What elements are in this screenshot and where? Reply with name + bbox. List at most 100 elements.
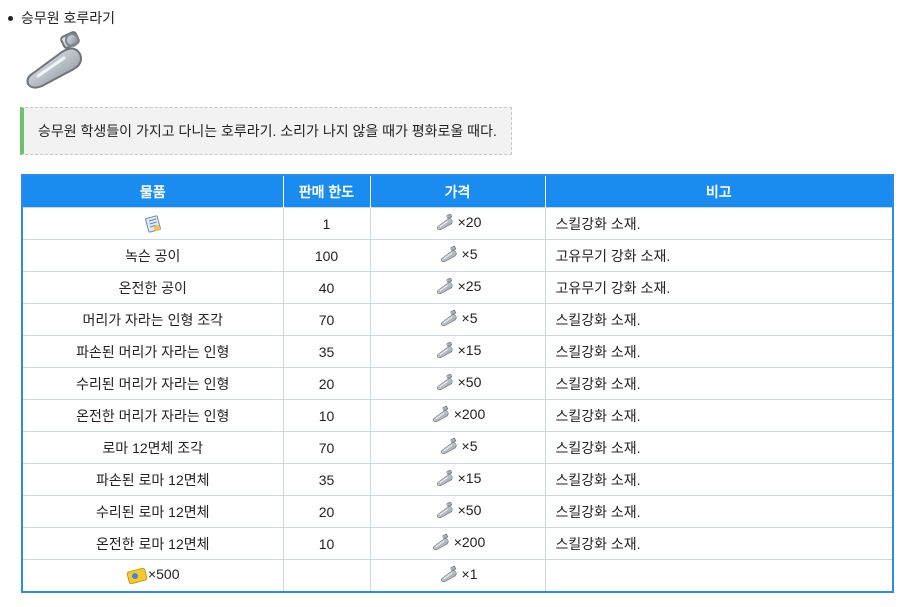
note-cell <box>545 559 893 592</box>
item-cell: 수리된 머리가 자라는 인형 <box>22 367 284 400</box>
table-row: 머리가 자라는 인형 조각 70 ×5 스킬강화 소재. <box>22 303 893 336</box>
credit-ticket-icon <box>126 567 148 584</box>
price-cell: ×5 <box>370 431 546 464</box>
item-name: ×500 <box>147 566 180 583</box>
whistle-icon <box>430 405 452 423</box>
item-name: 온전한 로마 12면체 <box>95 535 210 552</box>
price-cell: ×5 <box>370 239 546 272</box>
item-cell: 파손된 머리가 자라는 인형 <box>22 335 284 368</box>
item-cell: 온전한 로마 12면체 <box>22 527 284 560</box>
price-amount: ×50 <box>457 502 482 518</box>
price-amount: ×15 <box>457 470 482 486</box>
table-header-row: 물품 판매 한도 가격 비고 <box>22 175 893 208</box>
table-row: 로마 12면체 조각 70 ×5 스킬강화 소재. <box>22 431 893 464</box>
item-cell: 녹슨 공이 <box>22 239 284 272</box>
skill-book-icon <box>144 215 161 233</box>
price-cell: ×200 <box>370 399 546 432</box>
note-cell: 스킬강화 소재. <box>545 367 893 400</box>
price-cell: ×1 <box>370 559 546 592</box>
limit-cell: 20 <box>283 495 371 528</box>
note-cell: 스킬강화 소재. <box>545 431 893 464</box>
item-name: 로마 12면체 조각 <box>102 439 204 456</box>
price-amount: ×15 <box>457 342 482 358</box>
price-amount: ×5 <box>461 438 478 454</box>
limit-cell: 35 <box>283 335 371 368</box>
table-row: 수리된 로마 12면체 20 ×50 스킬강화 소재. <box>22 495 893 528</box>
table-row: 수리된 머리가 자라는 인형 20 ×50 스킬강화 소재. <box>22 367 893 400</box>
note-cell: 스킬강화 소재. <box>545 527 893 560</box>
header-note: 비고 <box>545 175 893 208</box>
bullet-dot <box>8 15 13 21</box>
header-price: 가격 <box>370 175 546 208</box>
price-amount: ×50 <box>457 374 482 390</box>
price-cell: ×200 <box>370 527 546 560</box>
price-cell: ×15 <box>370 335 546 368</box>
table-row: 파손된 로마 12면체 35 ×15 스킬강화 소재. <box>22 463 893 496</box>
description-text: 승무원 학생들이 가지고 다니는 호루라기. 소리가 나지 않을 때가 평화로울… <box>38 123 497 139</box>
price-cell: ×20 <box>370 207 546 240</box>
whistle-icon <box>438 565 460 583</box>
table-row: 파손된 머리가 자라는 인형 35 ×15 스킬강화 소재. <box>22 335 893 368</box>
description-box: 승무원 학생들이 가지고 다니는 호루라기. 소리가 나지 않을 때가 평화로울… <box>20 107 512 155</box>
limit-cell: 35 <box>283 463 371 496</box>
price-amount: ×200 <box>453 406 486 422</box>
table-row: 온전한 공이 40 ×25 고유무기 강화 소재. <box>22 271 893 304</box>
item-cell: ×500 <box>22 559 284 592</box>
price-cell: ×50 <box>370 367 546 400</box>
price-amount: ×5 <box>461 310 478 326</box>
whistle-icon <box>438 309 460 327</box>
item-name: 수리된 머리가 자라는 인형 <box>76 375 230 392</box>
whistle-icon <box>22 28 88 92</box>
item-name: 수리된 로마 12면체 <box>95 503 210 520</box>
limit-cell: 10 <box>283 527 371 560</box>
item-name: 녹슨 공이 <box>125 247 181 264</box>
whistle-icon <box>434 277 456 295</box>
header-limit: 판매 한도 <box>283 175 371 208</box>
note-cell: 스킬강화 소재. <box>545 335 893 368</box>
price-amount: ×25 <box>457 278 482 294</box>
limit-cell: 20 <box>283 367 371 400</box>
price-amount: ×5 <box>461 246 478 262</box>
note-cell: 스킬강화 소재. <box>545 463 893 496</box>
price-amount: ×20 <box>457 214 482 230</box>
limit-cell: 70 <box>283 303 371 336</box>
table-row: 1 ×20 스킬강화 소재. <box>22 207 893 240</box>
whistle-icon <box>438 437 460 455</box>
limit-cell: 1 <box>283 207 371 240</box>
price-cell: ×50 <box>370 495 546 528</box>
limit-cell: 70 <box>283 431 371 464</box>
note-cell: 고유무기 강화 소재. <box>545 239 893 272</box>
whistle-icon <box>430 533 452 551</box>
table-row: ×500 ×1 <box>22 559 893 592</box>
note-cell: 고유무기 강화 소재. <box>545 271 893 304</box>
whistle-icon <box>434 469 456 487</box>
header-item: 물품 <box>22 175 284 208</box>
price-cell: ×5 <box>370 303 546 336</box>
limit-cell: 40 <box>283 271 371 304</box>
item-name: 온전한 공이 <box>118 279 187 296</box>
item-cell: 파손된 로마 12면체 <box>22 463 284 496</box>
whistle-icon <box>434 341 456 359</box>
item-cell: 온전한 공이 <box>22 271 284 304</box>
item-cell: 머리가 자라는 인형 조각 <box>22 303 284 336</box>
whistle-icon <box>434 501 456 519</box>
table-row: 온전한 로마 12면체 10 ×200 스킬강화 소재. <box>22 527 893 560</box>
whistle-icon <box>434 213 456 231</box>
price-amount: ×200 <box>453 534 486 550</box>
item-name: 파손된 머리가 자라는 인형 <box>76 343 230 360</box>
item-cell: 로마 12면체 조각 <box>22 431 284 464</box>
price-cell: ×15 <box>370 463 546 496</box>
shop-table: 물품 판매 한도 가격 비고 1 ×20 스킬강화 소재. 녹슨 공이 100 ×5 고유무… <box>21 174 894 593</box>
table-row: 녹슨 공이 100 ×5 고유무기 강화 소재. <box>22 239 893 272</box>
item-name: 머리가 자라는 인형 조각 <box>82 311 223 328</box>
item-cell: 수리된 로마 12면체 <box>22 495 284 528</box>
price-amount: ×1 <box>461 566 478 582</box>
item-name: 파손된 로마 12면체 <box>95 471 210 488</box>
table-row: 온전한 머리가 자라는 인형 10 ×200 스킬강화 소재. <box>22 399 893 432</box>
item-cell <box>22 207 284 240</box>
limit-cell: 100 <box>283 239 371 272</box>
price-cell: ×25 <box>370 271 546 304</box>
note-cell: 스킬강화 소재. <box>545 303 893 336</box>
limit-cell <box>283 559 371 592</box>
note-cell: 스킬강화 소재. <box>545 495 893 528</box>
